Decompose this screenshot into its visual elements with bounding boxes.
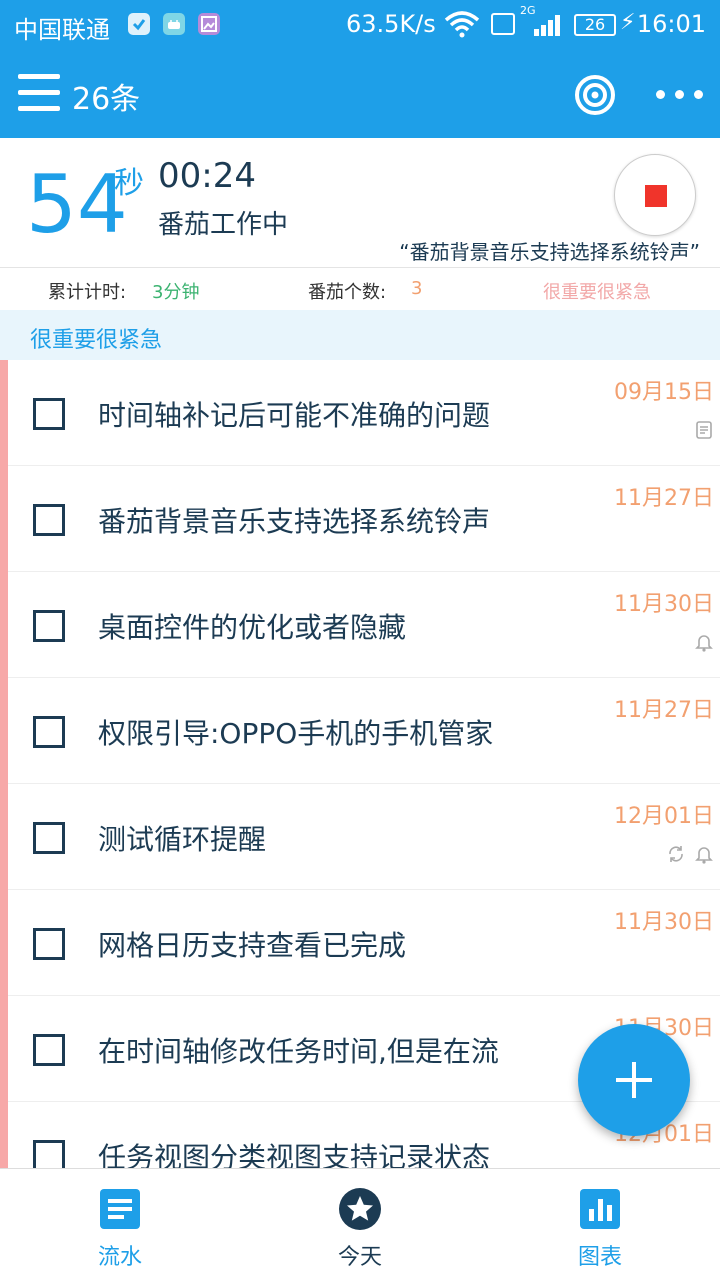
wifi-icon: [443, 10, 481, 44]
task-row[interactable]: 网格日历支持查看已完成 11月30日: [8, 890, 720, 996]
task-title: 在时间轴修改任务时间,但是在流: [98, 1035, 499, 1068]
task-date: 11月27日: [614, 698, 714, 723]
menu-icon[interactable]: [18, 72, 62, 116]
task-row[interactable]: 权限引导:OPPO手机的手机管家 11月27日: [8, 678, 720, 784]
charging-icon: ⚡: [620, 10, 636, 35]
task-title: 权限引导:OPPO手机的手机管家: [98, 717, 494, 750]
bell-icon: [694, 632, 714, 652]
stop-icon: [645, 185, 667, 207]
task-checkbox[interactable]: [33, 928, 65, 960]
shield-notification-icon: [128, 13, 150, 35]
task-date: 11月30日: [614, 910, 714, 935]
task-title: 测试循环提醒: [98, 823, 267, 856]
task-checkbox[interactable]: [33, 504, 65, 536]
timer-clock: 00:24: [158, 156, 256, 196]
note-icon: [694, 420, 714, 440]
signal-icon: [532, 14, 562, 36]
stats-row: 累计计时: 3分钟 番茄个数: 3 很重要很紧急: [0, 268, 720, 310]
bell-icon: [694, 844, 714, 864]
task-checkbox[interactable]: [33, 822, 65, 854]
section-header[interactable]: 很重要很紧急: [0, 310, 720, 360]
task-date: 12月01日: [614, 804, 714, 829]
page-title: 26条: [72, 82, 141, 117]
add-task-button[interactable]: [578, 1024, 690, 1136]
status-bar: 中国联通 63.5K/s 2G 26 ⚡ 16:01: [0, 0, 720, 50]
android-notification-icon: [163, 13, 185, 35]
total-time-label: 累计计时:: [48, 282, 127, 303]
task-title: 桌面控件的优化或者隐藏: [98, 611, 407, 644]
target-icon[interactable]: [574, 74, 616, 116]
task-date: 11月27日: [614, 486, 714, 511]
clock-time: 16:01: [636, 10, 706, 38]
task-title: 任务视图分类视图支持记录状态: [98, 1141, 491, 1168]
task-row[interactable]: 番茄背景音乐支持选择系统铃声 11月27日: [8, 466, 720, 572]
task-row[interactable]: 桌面控件的优化或者隐藏 11月30日: [8, 572, 720, 678]
task-date: 11月30日: [614, 592, 714, 617]
task-title: 时间轴补记后可能不准确的问题: [98, 399, 491, 432]
plus-icon-vertical: [632, 1062, 636, 1098]
task-checkbox[interactable]: [33, 1140, 65, 1168]
task-row[interactable]: 测试循环提醒 12月01日: [8, 784, 720, 890]
task-checkbox[interactable]: [33, 610, 65, 642]
nav-label: 图表: [577, 1245, 622, 1270]
chart-icon: [578, 1187, 622, 1231]
task-title: 网格日历支持查看已完成: [98, 929, 407, 962]
repeat-icon: [666, 844, 686, 864]
nav-label: 流水: [97, 1245, 142, 1270]
priority-stripe: [0, 360, 8, 1168]
tomato-count-value: 3: [411, 278, 423, 299]
bottom-navigation: 流水 今天 图表: [0, 1168, 720, 1280]
timer-seconds: 54: [26, 158, 128, 251]
more-options-icon[interactable]: [654, 88, 704, 102]
nav-label: 今天: [337, 1245, 382, 1270]
battery-level: 26: [574, 14, 616, 36]
nav-tab-chart[interactable]: 图表: [530, 1169, 670, 1280]
nav-tab-today[interactable]: 今天: [290, 1169, 430, 1280]
task-title: 番茄背景音乐支持选择系统铃声: [98, 505, 491, 538]
stop-timer-button[interactable]: [614, 154, 696, 236]
list-icon: [98, 1187, 142, 1231]
task-date: 09月15日: [614, 380, 714, 405]
network-speed: 63.5K/s: [346, 10, 436, 38]
star-icon: [338, 1187, 382, 1231]
task-checkbox[interactable]: [33, 1034, 65, 1066]
tomato-count-label: 番茄个数:: [308, 282, 387, 303]
priority-label: 很重要很紧急: [543, 282, 651, 303]
timer-state: 番茄工作中: [158, 210, 289, 240]
app-bar: 26条: [0, 50, 720, 138]
sim-alert-icon: [491, 13, 515, 35]
current-task-label: “番茄背景音乐支持选择系统铃声”: [399, 240, 700, 264]
carrier-name: 中国联通: [14, 16, 110, 44]
gallery-notification-icon: [198, 13, 220, 35]
total-time-value: 3分钟: [152, 282, 200, 303]
task-checkbox[interactable]: [33, 398, 65, 430]
task-row[interactable]: 时间轴补记后可能不准确的问题 09月15日: [8, 360, 720, 466]
section-title: 很重要很紧急: [30, 328, 163, 353]
nav-tab-flow[interactable]: 流水: [50, 1169, 190, 1280]
pomodoro-timer-panel: 54 秒 00:24 番茄工作中 “番茄背景音乐支持选择系统铃声”: [0, 138, 720, 268]
timer-seconds-unit: 秒: [114, 166, 144, 201]
task-checkbox[interactable]: [33, 716, 65, 748]
